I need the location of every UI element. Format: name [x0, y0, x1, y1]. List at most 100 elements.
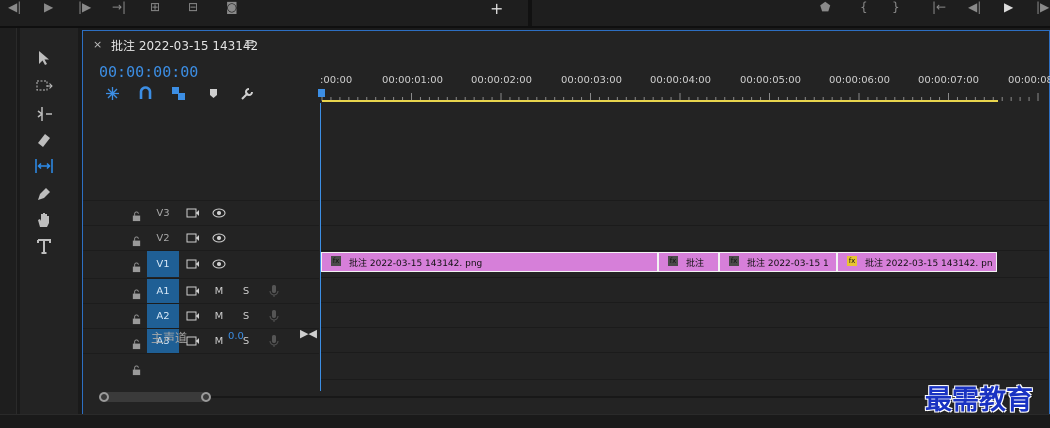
- ruler-label: 00:00:02:00: [471, 75, 533, 86]
- sync-lock-icon[interactable]: [185, 284, 201, 298]
- sync-lock-icon[interactable]: [185, 334, 201, 348]
- insert-icon[interactable]: ⊞: [150, 0, 160, 14]
- lane-divider: [320, 225, 1048, 226]
- microphone-icon[interactable]: [266, 284, 282, 298]
- work-area-bar[interactable]: [322, 100, 998, 102]
- go-to-edit-point-icon[interactable]: ▶◀: [300, 327, 317, 340]
- ripple-edit-tool-icon[interactable]: [32, 102, 56, 126]
- solo-button[interactable]: S: [238, 309, 254, 323]
- lock-icon[interactable]: [131, 207, 143, 222]
- panel-menu-icon[interactable]: ≡: [244, 36, 255, 51]
- microphone-icon[interactable]: [266, 309, 282, 323]
- add-marker-icon[interactable]: [204, 85, 222, 101]
- fx-badge-icon[interactable]: fx: [331, 256, 341, 266]
- ruler-label: 00:00:05:00: [740, 75, 802, 86]
- go-to-out-icon[interactable]: →|: [112, 0, 126, 14]
- play-program-icon[interactable]: ▶: [1004, 0, 1013, 14]
- mute-button[interactable]: M: [211, 309, 227, 323]
- video-clip[interactable]: fx 批注: [658, 252, 719, 272]
- track-header-a3: A3 M S: [83, 328, 319, 353]
- sequence-tab-title[interactable]: 批注 2022-03-15 143142: [111, 37, 258, 54]
- step-forward-icon[interactable]: |▶: [78, 0, 91, 14]
- mark-in-icon[interactable]: {: [860, 0, 868, 14]
- play-icon[interactable]: ▶: [44, 0, 53, 14]
- razor-tool-icon[interactable]: [32, 128, 56, 152]
- microphone-icon[interactable]: [266, 334, 282, 348]
- mark-out-icon[interactable]: }: [892, 0, 900, 14]
- horizontal-scrollbar[interactable]: [97, 392, 1039, 402]
- nest-icon[interactable]: [103, 85, 121, 101]
- video-clip[interactable]: fx 批注 2022-03-15 143142. png: [321, 252, 658, 272]
- playhead-timecode[interactable]: 00:00:00:00: [99, 63, 198, 81]
- track-name[interactable]: V2: [147, 226, 179, 250]
- lock-icon[interactable]: [131, 258, 143, 273]
- eye-icon[interactable]: [211, 206, 227, 220]
- eye-icon[interactable]: [211, 257, 227, 271]
- track-name[interactable]: A2: [147, 304, 179, 328]
- lock-icon[interactable]: [131, 310, 143, 325]
- pen-tool-icon[interactable]: [32, 182, 56, 206]
- sync-lock-icon[interactable]: [185, 206, 201, 220]
- scroll-track[interactable]: [103, 396, 1033, 398]
- export-frame-icon[interactable]: ◙: [226, 0, 238, 14]
- tools-panel: [20, 28, 78, 427]
- lock-icon[interactable]: [131, 335, 143, 350]
- step-back-icon[interactable]: ◀|: [8, 0, 21, 14]
- sync-lock-icon[interactable]: [185, 257, 201, 271]
- wrench-icon[interactable]: [238, 85, 256, 101]
- watermark-logo: 最需教育: [925, 385, 1033, 416]
- go-to-in-icon[interactable]: |←: [932, 0, 946, 14]
- track-header-master: [83, 353, 319, 380]
- ruler-label: 00:00:04:00: [650, 75, 712, 86]
- mute-button[interactable]: M: [211, 284, 227, 298]
- add-button[interactable]: +: [490, 1, 503, 17]
- sync-lock-icon[interactable]: [185, 231, 201, 245]
- ruler-label: 00:00:06:00: [829, 75, 891, 86]
- lock-icon[interactable]: [131, 232, 143, 247]
- timeline-panel: × 批注 2022-03-15 143142 ≡ 00:00:00:00 :00…: [82, 30, 1050, 415]
- hand-tool-icon[interactable]: [32, 208, 56, 232]
- track-name[interactable]: A1: [147, 279, 179, 303]
- time-ruler[interactable]: :00:00 00:00:01:00 00:00:02:00 00:00:03:…: [318, 69, 1050, 103]
- slip-tool-icon[interactable]: [32, 154, 56, 178]
- scroll-handle-right[interactable]: [201, 392, 211, 402]
- master-volume-value[interactable]: 0.0: [228, 331, 244, 342]
- clip-label: 批注: [686, 259, 705, 269]
- track-lanes[interactable]: fx 批注 2022-03-15 143142. png fx 批注 fx 批注…: [320, 103, 1048, 385]
- eye-icon[interactable]: [211, 231, 227, 245]
- close-tab-button[interactable]: ×: [93, 38, 102, 51]
- track-header-v3: V3: [83, 200, 319, 225]
- selection-tool-icon[interactable]: [32, 46, 56, 70]
- scroll-handle-left[interactable]: [99, 392, 109, 402]
- video-clip[interactable]: fx 批注 2022-03-15 143142. pn: [837, 252, 997, 272]
- lane-divider: [320, 200, 1048, 201]
- playhead-handle[interactable]: [318, 89, 325, 97]
- fx-badge-icon[interactable]: fx: [847, 256, 857, 266]
- clip-label: 批注 2022-03-15 143142. png: [349, 259, 483, 269]
- linked-selection-icon[interactable]: [169, 85, 187, 101]
- fx-badge-icon[interactable]: fx: [729, 256, 739, 266]
- lane-divider: [320, 327, 1048, 328]
- master-track-label: 主声道: [151, 331, 188, 345]
- mute-button[interactable]: M: [211, 334, 227, 348]
- lock-icon[interactable]: [131, 285, 143, 300]
- track-select-tool-icon[interactable]: [32, 74, 56, 98]
- scroll-thumb[interactable]: [99, 392, 211, 402]
- lane-divider: [320, 277, 1048, 278]
- overwrite-icon[interactable]: ⊟: [188, 0, 198, 14]
- track-name[interactable]: V3: [147, 201, 179, 225]
- fx-badge-icon[interactable]: fx: [668, 256, 678, 266]
- solo-button[interactable]: S: [238, 284, 254, 298]
- track-header-a2: A2 M S: [83, 303, 319, 328]
- add-marker-icon[interactable]: ⬟: [820, 0, 830, 14]
- lane-divider: [320, 302, 1048, 303]
- step-forward-program-icon[interactable]: |▶: [1036, 0, 1049, 14]
- track-name[interactable]: V1: [147, 251, 179, 277]
- playhead-line[interactable]: [320, 103, 321, 391]
- video-clip[interactable]: fx 批注 2022-03-15 1: [719, 252, 837, 272]
- snap-icon[interactable]: [136, 85, 154, 101]
- type-tool-icon[interactable]: [32, 234, 56, 258]
- sync-lock-icon[interactable]: [185, 309, 201, 323]
- step-back-program-icon[interactable]: ◀|: [968, 0, 981, 14]
- lock-icon[interactable]: [131, 361, 143, 376]
